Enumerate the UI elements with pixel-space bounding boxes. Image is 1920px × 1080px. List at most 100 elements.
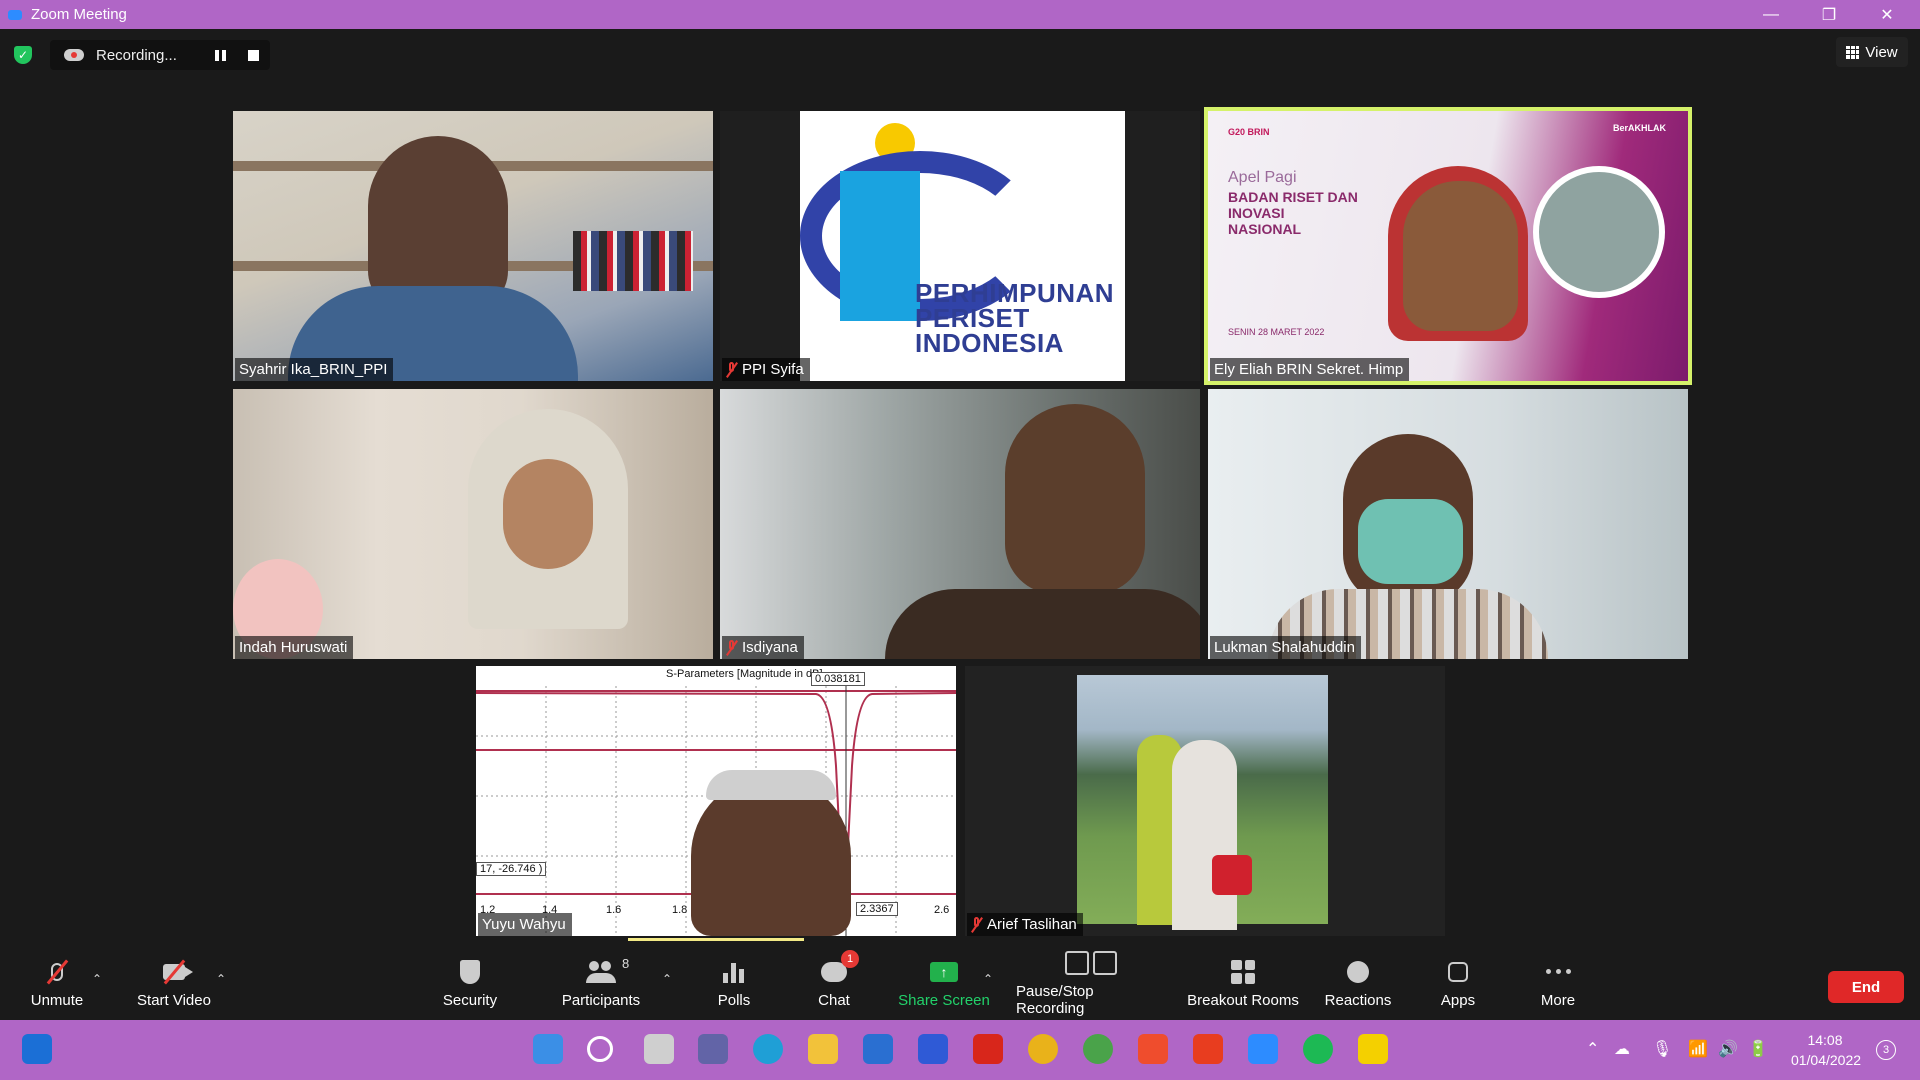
clock-date[interactable]: 01/04/2022 [1788, 1052, 1864, 1068]
search-icon[interactable] [587, 1036, 613, 1062]
share-screen-icon: ↑ [930, 961, 958, 982]
reactions-button[interactable]: Reactions [1322, 946, 1394, 1020]
teams-chat-icon[interactable] [698, 1034, 728, 1064]
show-hidden-icons-chevron-icon[interactable]: ⌃ [1586, 1039, 1599, 1059]
bookshelf [573, 231, 693, 291]
acrobat-icon[interactable] [973, 1034, 1003, 1064]
minimize-button[interactable]: — [1742, 0, 1800, 29]
participant-name: Yuyu Wahyu [478, 913, 572, 936]
recording-label: Recording... [96, 46, 177, 64]
breakout-rooms-button[interactable]: Breakout Rooms [1186, 946, 1300, 1020]
participant-name: Lukman Shalahuddin [1210, 636, 1361, 659]
sticky-notes-icon[interactable] [1358, 1034, 1388, 1064]
video-tile-lukman[interactable]: Lukman Shalahuddin [1208, 389, 1688, 659]
recording-indicator: Recording... [50, 40, 270, 70]
view-label: View [1865, 43, 1898, 61]
taskbar-app-icon-2[interactable] [1138, 1034, 1168, 1064]
x-tick: 1.6 [606, 904, 622, 916]
marker-readout: 0.038181 [811, 672, 865, 686]
microphone-tray-icon[interactable]: 🎙 [1652, 1039, 1672, 1059]
start-video-button[interactable]: Start Video [130, 946, 218, 1020]
video-tile-isdiyana[interactable]: Isdiyana [720, 389, 1200, 659]
clock-time[interactable]: 14:08 [1790, 1032, 1860, 1048]
video-tile-indah[interactable]: Indah Huruswati [233, 389, 713, 659]
file-explorer-icon[interactable] [808, 1034, 838, 1064]
video-tile-syahrir[interactable]: Syahrir Ika_BRIN_PPI [233, 111, 713, 381]
share-options-chevron-icon[interactable]: ⌃ [983, 972, 993, 986]
participants-button[interactable]: 8 Participants [556, 946, 646, 1020]
unmute-button[interactable]: Unmute [22, 946, 92, 1020]
video-tile-arief[interactable]: Arief Taslihan [965, 666, 1445, 936]
participants-chevron-icon[interactable]: ⌃ [662, 972, 672, 986]
reactions-smiley-icon [1347, 960, 1369, 983]
participant-name: Ely Eliah BRIN Sekret. Himp [1210, 358, 1410, 381]
chat-unread-badge: 1 [841, 949, 859, 968]
more-button[interactable]: More [1536, 946, 1580, 1020]
face-mask [1358, 499, 1463, 584]
chrome-icon[interactable] [1028, 1034, 1058, 1064]
maximize-button[interactable]: ❐ [1800, 0, 1858, 29]
share-screen-button[interactable]: ↑ Share Screen [898, 946, 990, 1020]
slide-heading: BADAN RISET DAN INOVASI NASIONAL [1228, 189, 1358, 237]
ppi-logo: PERHIMPUNAN PERISET INDONESIA [800, 111, 1125, 381]
volume-icon[interactable]: 🔊 [1718, 1039, 1738, 1059]
close-window-button[interactable]: ✕ [1858, 0, 1916, 29]
wifi-icon[interactable]: 📶 [1688, 1039, 1708, 1059]
polls-button[interactable]: Polls [710, 946, 758, 1020]
participant-name: Isdiyana [722, 636, 804, 659]
zoom-taskbar-icon[interactable] [1248, 1034, 1278, 1064]
meeting-topbar: ✓ Recording... View [0, 29, 1920, 81]
onedrive-cloud-icon[interactable]: ☁ [1614, 1039, 1630, 1059]
chat-button[interactable]: 1 Chat [810, 946, 859, 1020]
start-menu-icon[interactable] [533, 1034, 563, 1064]
apps-icon [1448, 961, 1468, 982]
chart-title: S-Parameters [Magnitude in dB] [666, 668, 823, 680]
video-tile-ppi-syifa[interactable]: PERHIMPUNAN PERISET INDONESIA PPI Syifa [720, 111, 1200, 381]
participant-name: Indah Huruswati [235, 636, 354, 659]
participant-face [503, 459, 593, 569]
notification-count-badge[interactable]: 3 [1876, 1040, 1896, 1060]
audio-options-chevron-icon[interactable]: ⌃ [92, 972, 102, 986]
participants-icon [586, 960, 616, 983]
video-tile-ely-eliah-active-speaker[interactable]: G20 BRIN BerAKHLAK Apel Pagi BADAN RISET… [1204, 107, 1692, 385]
grid-view-icon [1846, 45, 1860, 59]
edge-icon[interactable] [753, 1034, 783, 1064]
pause-recording-button[interactable] [215, 50, 227, 61]
marker-x-readout: 2.3367 [856, 902, 898, 916]
security-shield-icon [460, 959, 480, 984]
battery-icon[interactable]: 🔋 [1748, 1039, 1768, 1059]
meeting-toolbar: Unmute ⌃ Start Video ⌃ Security 8 Partic… [0, 946, 1920, 1020]
participant-name: Syahrir Ika_BRIN_PPI [235, 358, 394, 381]
participant-face [1005, 404, 1145, 594]
participant-face [368, 136, 508, 311]
mail-icon[interactable] [863, 1034, 893, 1064]
taskbar-app-icon[interactable] [918, 1034, 948, 1064]
video-options-chevron-icon[interactable]: ⌃ [216, 972, 226, 986]
office-icon[interactable] [1193, 1034, 1223, 1064]
apps-button[interactable]: Apps [1436, 946, 1480, 1020]
widgets-icon[interactable] [22, 1034, 52, 1064]
slide-subtitle: Apel Pagi [1228, 169, 1297, 186]
participant-name: PPI Syifa [722, 358, 810, 381]
window-title: Zoom Meeting [31, 6, 127, 23]
speaker-indicator-bar [628, 938, 804, 941]
stop-recording-button[interactable] [248, 50, 259, 61]
view-button[interactable]: View [1836, 37, 1908, 67]
task-view-icon[interactable] [644, 1034, 674, 1064]
end-meeting-button[interactable]: End [1828, 971, 1904, 1003]
slide-org: G20 BRIN [1228, 127, 1270, 137]
ppi-logo-text: PERHIMPUNAN PERISET INDONESIA [915, 278, 1115, 358]
muted-mic-icon [971, 916, 982, 933]
pause-stop-recording-button[interactable]: Pause/Stop Recording [1016, 946, 1166, 1020]
security-button[interactable]: Security [435, 946, 505, 1020]
breakout-rooms-icon [1231, 959, 1255, 984]
spotify-icon[interactable] [1303, 1034, 1333, 1064]
slide-date: SENIN 28 MARET 2022 [1228, 327, 1325, 337]
globe-app-icon[interactable] [1083, 1034, 1113, 1064]
cloud-recording-icon [64, 49, 84, 61]
polls-icon [723, 961, 745, 983]
participant-face [691, 776, 851, 936]
video-tile-yuyu-wahyu[interactable]: S-Parameters [Magnitude in dB] 0.038181 … [476, 666, 956, 936]
encryption-shield-icon[interactable]: ✓ [14, 46, 32, 64]
y-readout: 17, -26.746 ) [476, 862, 547, 876]
